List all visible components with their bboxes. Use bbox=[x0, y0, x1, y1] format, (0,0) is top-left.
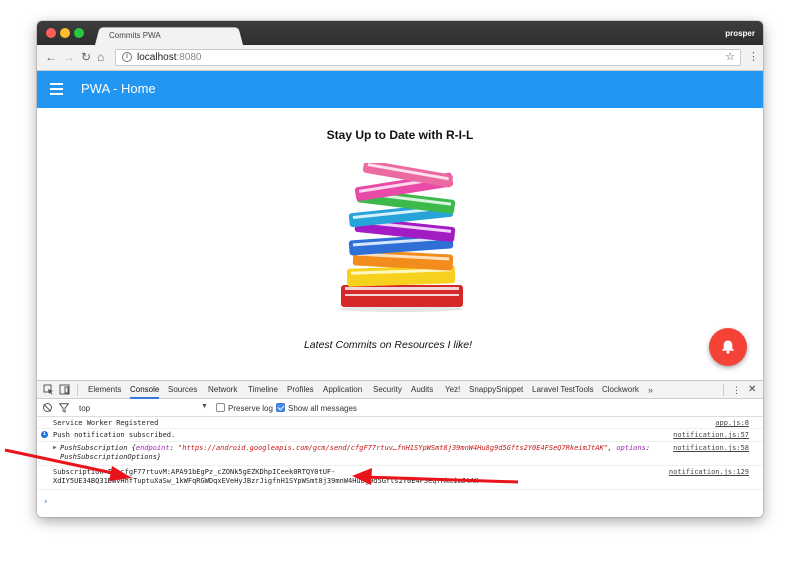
notification-fab-button[interactable] bbox=[709, 328, 747, 366]
tab-sources[interactable]: Sources bbox=[168, 381, 197, 399]
zoom-window-button[interactable] bbox=[74, 28, 84, 38]
devtools-menu-icon[interactable]: ⋮ bbox=[732, 381, 741, 399]
show-all-messages-checkbox[interactable] bbox=[276, 403, 285, 412]
log-source-link[interactable]: notification.js:129 bbox=[669, 468, 749, 476]
browser-tab-title: Commits PWA bbox=[109, 31, 161, 40]
log-source-link[interactable]: notification.js:58 bbox=[673, 444, 749, 452]
page-tagline: Latest Commits on Resources I like! bbox=[303, 339, 473, 351]
annotation-arrow-left bbox=[4, 448, 132, 481]
console-log-row: Service Worker Registered app.js:8 bbox=[37, 417, 763, 429]
bell-icon bbox=[722, 340, 734, 354]
context-select[interactable]: top bbox=[79, 404, 90, 413]
bookmark-star-icon[interactable]: ☆ bbox=[725, 50, 735, 65]
annotation-arrow-right bbox=[352, 468, 519, 485]
log-message: Service Worker Registered bbox=[53, 419, 159, 427]
minimize-window-button[interactable] bbox=[60, 28, 70, 38]
console-filter-bar: top ▼ Preserve log Show all messages bbox=[37, 399, 763, 417]
app-title: PWA - Home bbox=[81, 81, 156, 96]
tab-network[interactable]: Network bbox=[208, 381, 237, 399]
title-bar: Commits PWA prosper bbox=[37, 21, 763, 45]
url-port: :8080 bbox=[176, 52, 202, 63]
tab-clockwork[interactable]: Clockwork bbox=[602, 381, 639, 399]
console-prompt[interactable]: › bbox=[43, 497, 48, 507]
log-source-link[interactable]: notification.js:57 bbox=[673, 431, 749, 439]
context-dropdown-icon[interactable]: ▼ bbox=[201, 403, 208, 410]
book-stack-illustration bbox=[339, 163, 463, 312]
preserve-log-checkbox[interactable] bbox=[216, 403, 225, 412]
browser-window: Commits PWA prosper ← → ↻ ⌂ i localhost:8… bbox=[37, 21, 763, 517]
page-content: Stay Up to Date with R-I-L Latest Commit… bbox=[37, 108, 763, 399]
close-window-button[interactable] bbox=[46, 28, 56, 38]
tab-console[interactable]: Console bbox=[130, 381, 160, 399]
devtools-divider bbox=[77, 384, 78, 396]
home-icon[interactable]: ⌂ bbox=[97, 50, 104, 64]
inspect-element-icon[interactable] bbox=[43, 384, 54, 395]
devtools-panel: Elements Console Sources Network Timelin… bbox=[37, 380, 763, 517]
preserve-log-label: Preserve log bbox=[228, 404, 273, 413]
tab-elements[interactable]: Elements bbox=[88, 381, 121, 399]
hamburger-menu-icon[interactable] bbox=[50, 83, 63, 95]
site-info-icon[interactable]: i bbox=[122, 52, 132, 63]
clear-console-icon[interactable] bbox=[43, 403, 52, 412]
console-log-row: ▶ PushSubscription {endpoint: "https://a… bbox=[37, 442, 763, 466]
page-heading: Stay Up to Date with R-I-L bbox=[326, 128, 474, 142]
address-bar[interactable]: i localhost:8080 ☆ bbox=[115, 49, 741, 66]
forward-arrow-icon[interactable]: → bbox=[63, 50, 75, 64]
app-bar: PWA - Home bbox=[37, 71, 763, 108]
log-message: Push notification subscribed. bbox=[53, 431, 176, 439]
device-toolbar-icon[interactable] bbox=[59, 384, 70, 395]
browser-toolbar: ← → ↻ ⌂ i localhost:8080 ☆ ⋮ bbox=[37, 45, 763, 71]
profile-name[interactable]: prosper bbox=[725, 29, 755, 38]
tab-application[interactable]: Application bbox=[323, 381, 362, 399]
push-subscription-object[interactable]: PushSubscription {endpoint: "https://and… bbox=[60, 444, 650, 452]
browser-menu-icon[interactable]: ⋮ bbox=[748, 50, 759, 63]
console-log-row: i Push notification subscribed. notifica… bbox=[37, 429, 763, 442]
devtools-divider bbox=[723, 384, 724, 396]
tab-profiles[interactable]: Profiles bbox=[287, 381, 314, 399]
devtools-tab-bar: Elements Console Sources Network Timelin… bbox=[37, 381, 763, 399]
devtools-close-icon[interactable]: ✕ bbox=[748, 381, 756, 399]
info-icon: i bbox=[41, 431, 48, 438]
more-tabs-chevron-icon[interactable]: » bbox=[648, 381, 653, 399]
tab-laravel-testtools[interactable]: Laravel TestTools bbox=[532, 381, 594, 399]
tab-yez[interactable]: Yez! bbox=[445, 381, 460, 399]
tab-timeline[interactable]: Timeline bbox=[248, 381, 278, 399]
back-arrow-icon[interactable]: ← bbox=[45, 50, 57, 64]
tab-audits[interactable]: Audits bbox=[411, 381, 433, 399]
tab-security[interactable]: Security bbox=[373, 381, 402, 399]
tab-snappysnippet[interactable]: SnappySnippet bbox=[469, 381, 523, 399]
url-host: localhost bbox=[137, 52, 177, 63]
show-all-messages-label: Show all messages bbox=[288, 404, 357, 413]
filter-funnel-icon[interactable] bbox=[59, 403, 69, 413]
log-source-link[interactable]: app.js:8 bbox=[715, 419, 749, 427]
reload-icon[interactable]: ↻ bbox=[81, 50, 91, 64]
